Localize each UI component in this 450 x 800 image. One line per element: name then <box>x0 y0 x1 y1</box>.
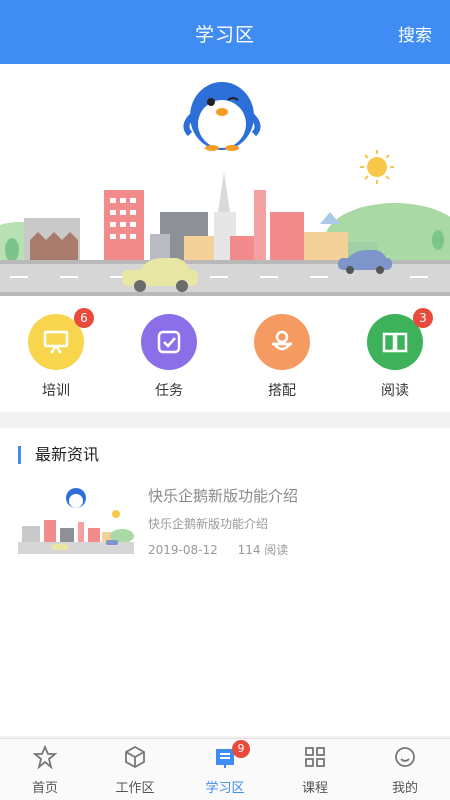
tab-label: 学习区 <box>205 781 245 796</box>
shortcut-match[interactable]: 搭配 <box>237 314 327 404</box>
top-bar: 学习区 搜索 <box>0 0 450 64</box>
tab-courses[interactable]: 课程 <box>270 739 360 800</box>
news-read-count: 114 阅读 <box>237 543 289 557</box>
news-section: 最新资讯 快乐企鹅新版功能介绍 快乐企鹅新版功能介绍 2019-08-12 11… <box>0 428 450 736</box>
reading-badge: 3 <box>413 308 433 328</box>
puzzle-icon <box>254 314 310 370</box>
shortcut-reading[interactable]: 3 阅读 <box>350 308 440 404</box>
page-title: 学习区 <box>194 24 255 46</box>
shortcut-label: 阅读 <box>381 383 409 399</box>
cube-icon <box>125 745 145 769</box>
bottom-tab-bar: 首页 工作区 9 学习区 课程 我的 <box>0 738 450 800</box>
banner-illustration <box>0 64 450 300</box>
news-summary: 快乐企鹅新版功能介绍 <box>148 517 269 531</box>
tab-label: 首页 <box>31 781 58 796</box>
training-badge: 6 <box>74 308 94 328</box>
search-button[interactable]: 搜索 <box>398 21 432 46</box>
tab-label: 课程 <box>301 781 328 796</box>
tab-study[interactable]: 9 学习区 <box>180 739 270 800</box>
penguin-mascot-icon <box>183 82 261 151</box>
shortcut-label: 培训 <box>42 383 70 399</box>
news-title: 快乐企鹅新版功能介绍 <box>148 487 299 505</box>
shortcut-training[interactable]: 6 培训 <box>11 308 101 404</box>
section-title: 最新资讯 <box>18 446 99 464</box>
tab-home[interactable]: 首页 <box>0 739 90 800</box>
news-date: 2019-08-12 <box>148 543 218 557</box>
news-item[interactable]: 快乐企鹅新版功能介绍 快乐企鹅新版功能介绍 2019-08-12 114 阅读 <box>18 482 432 562</box>
tab-label: 我的 <box>391 781 418 796</box>
shortcut-label: 搭配 <box>268 383 296 399</box>
open-book-icon: 3 <box>367 308 433 370</box>
shortcut-label: 任务 <box>155 383 183 399</box>
tab-mine[interactable]: 我的 <box>360 739 450 800</box>
grid-icon <box>305 747 325 767</box>
study-tab-badge: 9 <box>232 740 250 758</box>
shortcut-grid: 6 培训 任务 搭配 3 阅读 <box>0 300 450 412</box>
tab-label: 工作区 <box>115 781 155 796</box>
shortcut-task[interactable]: 任务 <box>124 314 214 404</box>
news-thumbnail <box>18 482 134 558</box>
sun-icon <box>360 150 394 184</box>
star-home-icon <box>33 745 57 769</box>
tab-workspace[interactable]: 工作区 <box>90 739 180 800</box>
check-box-icon <box>141 314 197 370</box>
presentation-board-icon: 6 <box>28 308 94 370</box>
news-meta: 2019-08-12 114 阅读 <box>148 541 288 558</box>
city-scene-image <box>0 82 450 296</box>
smiley-icon <box>395 747 415 767</box>
